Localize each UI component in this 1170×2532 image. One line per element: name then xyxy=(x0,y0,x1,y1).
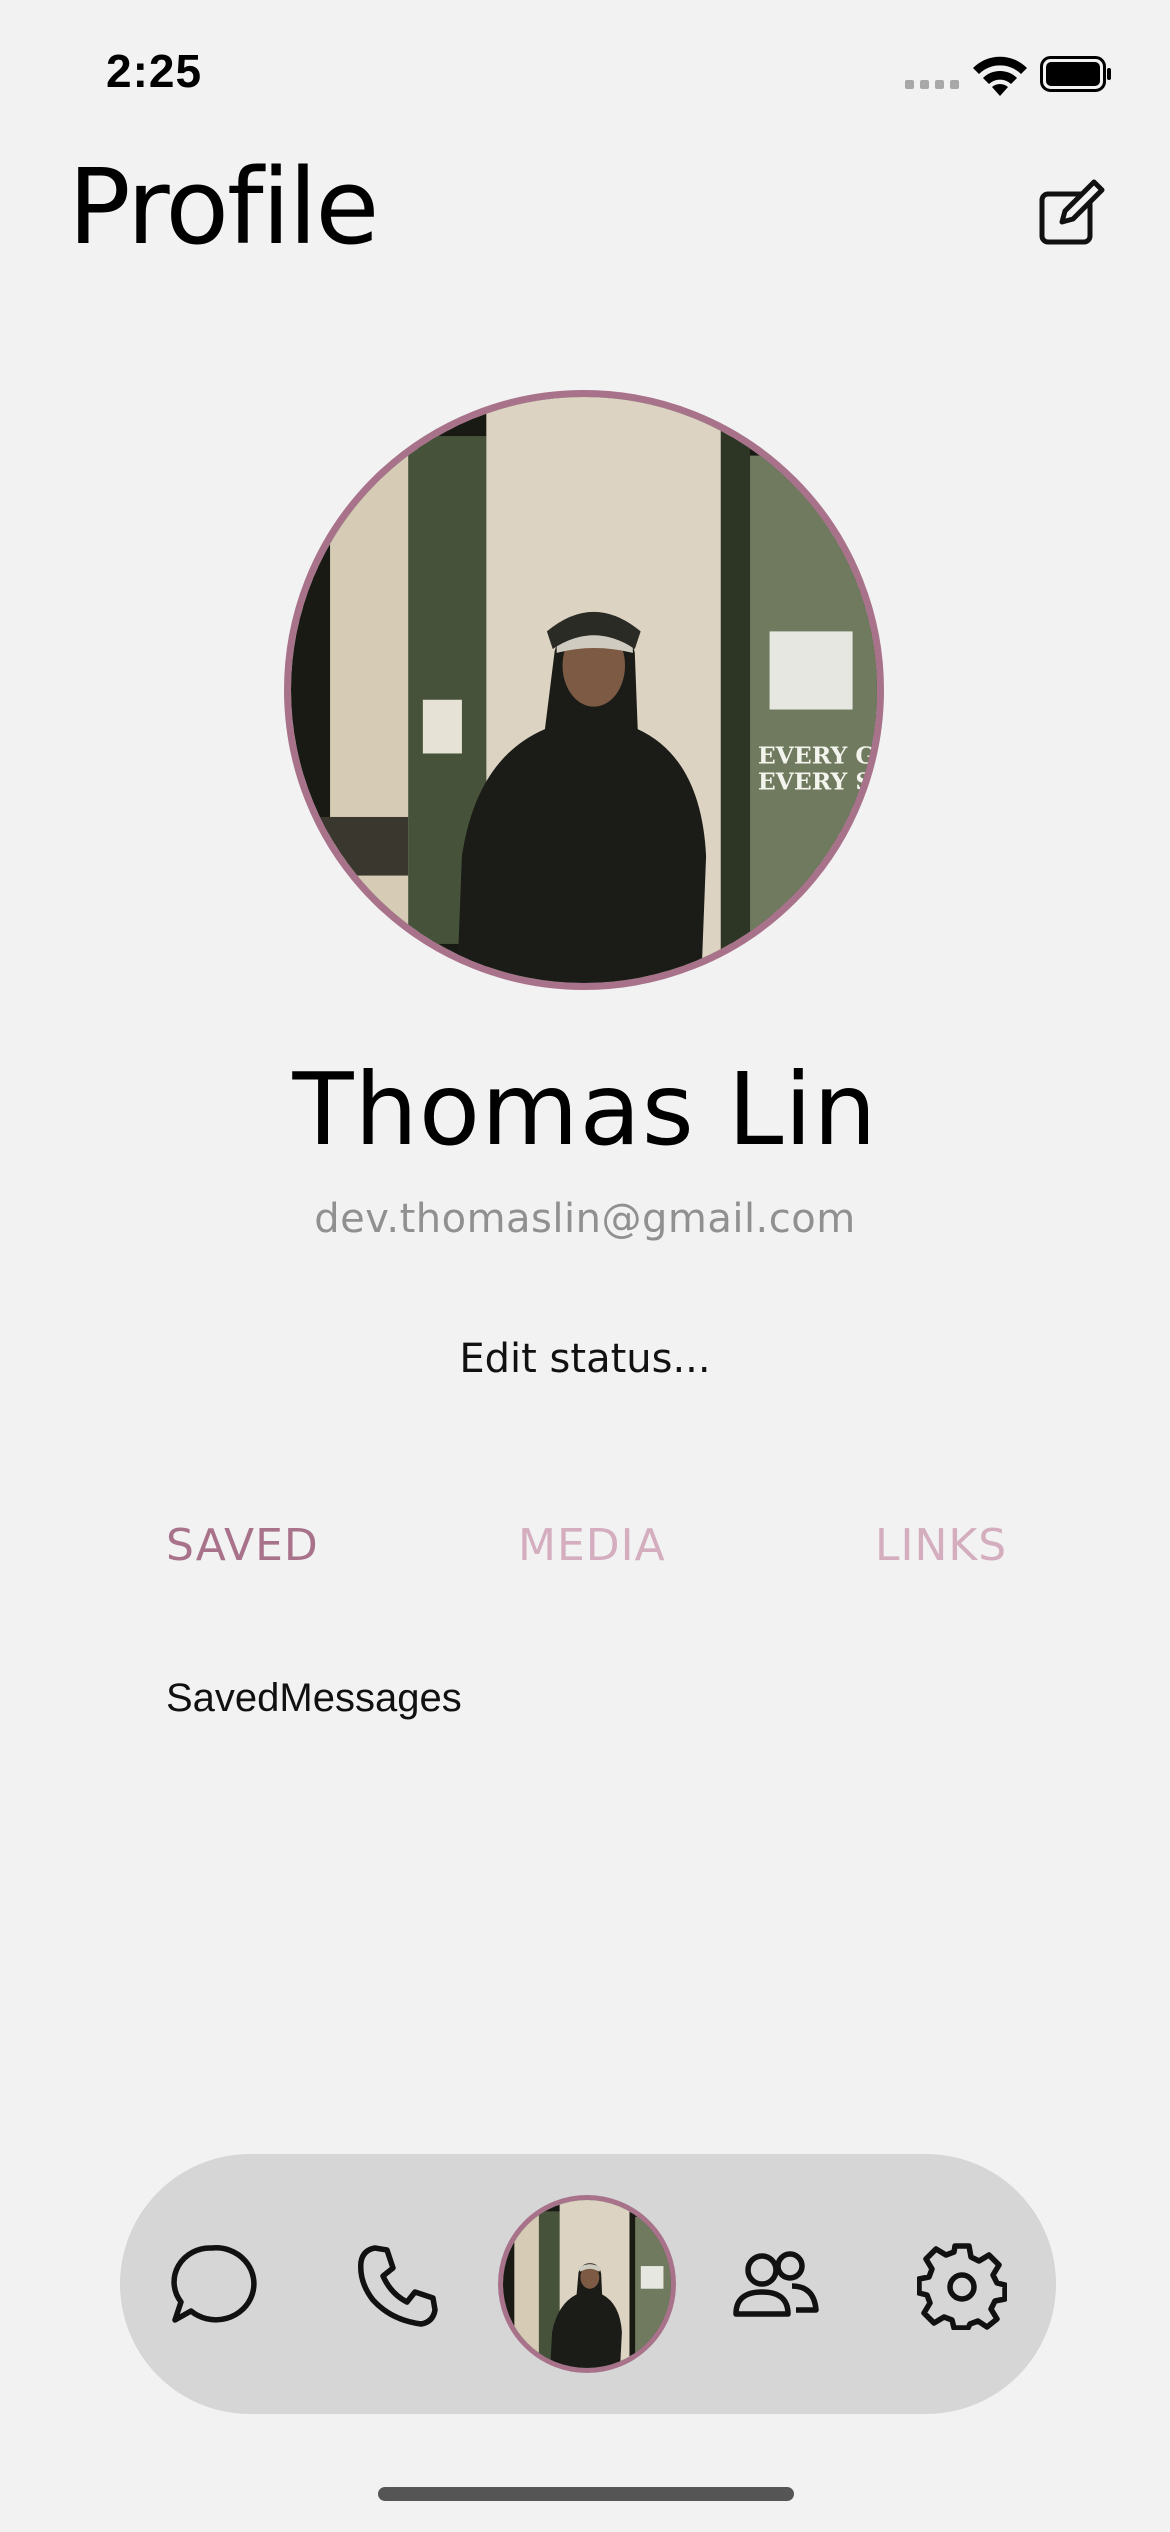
tab-media[interactable]: MEDIA xyxy=(518,1520,666,1571)
profile-nav-avatar[interactable] xyxy=(498,2195,676,2373)
tab-links[interactable]: LINKS xyxy=(875,1520,1007,1571)
cellular-signal-icon xyxy=(905,80,959,89)
wifi-icon xyxy=(973,56,1027,96)
saved-messages-label: SavedMessages xyxy=(166,1676,462,1720)
chat-icon[interactable] xyxy=(167,2240,257,2330)
phone-icon[interactable] xyxy=(353,2240,443,2330)
page-title: Profile xyxy=(68,146,379,268)
user-email: dev.thomaslin@gmail.com xyxy=(314,1196,856,1242)
status-time: 2:25 xyxy=(106,45,203,97)
photo-sign-text-1: EVERY GA xyxy=(758,741,877,769)
user-name: Thomas Lin xyxy=(292,1051,878,1168)
tab-saved[interactable]: SAVED xyxy=(166,1520,319,1571)
profile-avatar[interactable]: EVERY GA EVERY SUN xyxy=(284,390,884,990)
battery-icon xyxy=(1040,56,1111,92)
settings-icon[interactable] xyxy=(917,2240,1007,2330)
photo-sign-text-2: EVERY SUN xyxy=(758,768,877,796)
home-indicator xyxy=(378,2487,794,2501)
edit-status-button[interactable]: Edit status... xyxy=(0,1336,1170,1382)
people-icon[interactable] xyxy=(730,2240,820,2330)
edit-profile-button[interactable] xyxy=(1036,178,1106,248)
